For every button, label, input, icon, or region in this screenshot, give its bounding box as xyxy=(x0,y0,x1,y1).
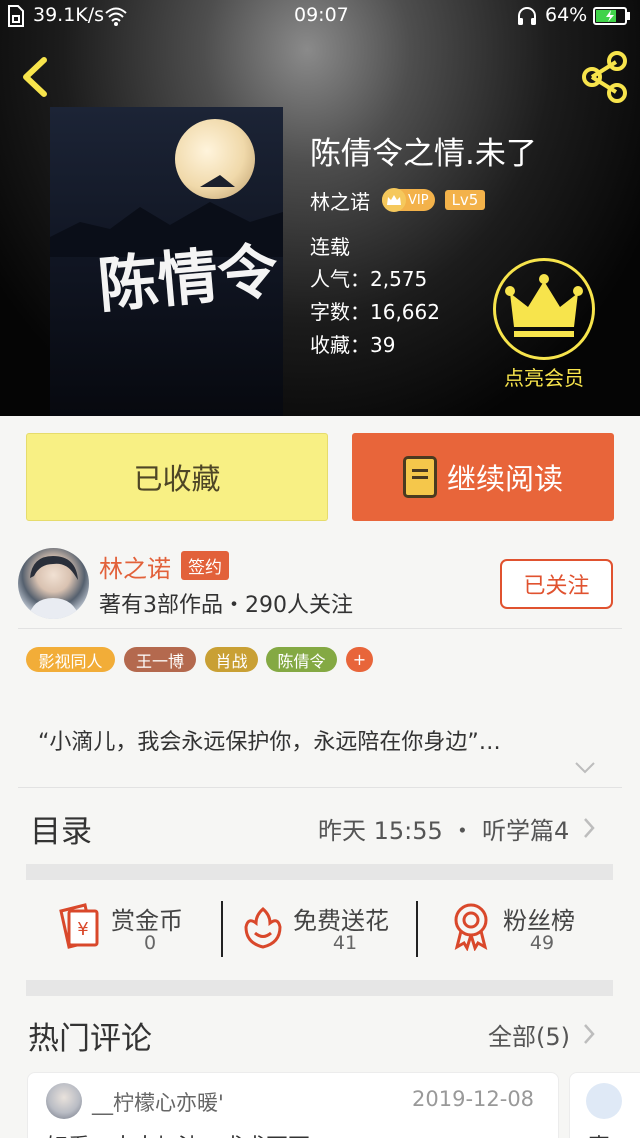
perk-fans-value: 49 xyxy=(529,932,555,954)
word-count: 字数：16,662 xyxy=(310,300,440,324)
author-avatar[interactable] xyxy=(18,548,89,619)
header-author-name: 林之诺 xyxy=(310,189,370,214)
continue-reading-button[interactable]: 继续阅读 xyxy=(352,433,614,521)
crown-icon xyxy=(382,188,406,212)
flower-icon[interactable] xyxy=(242,903,284,951)
book-header: 39.1K/s 09:07 64% 陈情令 陈倩令之情.未了 林之诺 VIP L… xyxy=(0,0,640,416)
red-envelope-icon[interactable]: ¥ xyxy=(55,901,103,951)
author-meta: 著有3部作品・290人关注 xyxy=(99,593,353,618)
network-speed: 39.1K/s xyxy=(33,4,105,26)
signed-badge: 签约 xyxy=(181,551,229,580)
divider xyxy=(18,787,622,788)
perk-fans-label[interactable]: 粉丝榜 xyxy=(503,901,575,936)
follow-button[interactable]: 已关注 xyxy=(500,559,613,609)
crown-icon xyxy=(505,274,583,337)
favorite-count: 收藏：39 xyxy=(310,333,396,357)
tag-item[interactable]: 王一博 xyxy=(124,647,196,672)
chevron-right-icon[interactable] xyxy=(582,816,596,840)
book-icon xyxy=(402,456,437,498)
hot-comments-label: 热门评论 xyxy=(28,1021,152,1057)
vip-member-label[interactable]: 点亮会员 xyxy=(483,362,605,391)
comment-date: 2019-12-08 xyxy=(412,1087,535,1111)
level-badge: Lv5 xyxy=(444,190,486,210)
perk-coins-label[interactable]: 赏金币 xyxy=(111,901,183,936)
popularity: 人气：2,575 xyxy=(310,267,428,291)
back-button[interactable] xyxy=(14,52,58,102)
comment-text: 好看，大大加油，求求更更 xyxy=(46,1129,310,1138)
divider xyxy=(416,901,418,957)
vip-label: VIP xyxy=(408,192,429,208)
divider xyxy=(18,628,622,629)
comment-text: 喜 xyxy=(588,1129,610,1138)
favorited-button[interactable]: 已收藏 xyxy=(26,433,328,521)
medal-icon[interactable] xyxy=(450,901,492,952)
status-bar: 39.1K/s 09:07 64% xyxy=(0,0,640,32)
add-tag-button[interactable]: + xyxy=(346,647,373,672)
divider xyxy=(221,901,223,957)
svg-text:¥: ¥ xyxy=(77,919,88,940)
author-name[interactable]: 林之诺 xyxy=(99,549,171,584)
perk-flowers-value: 41 xyxy=(332,932,358,954)
share-button[interactable] xyxy=(578,50,632,104)
follow-label: 已关注 xyxy=(523,574,590,599)
toc-label[interactable]: 目录 xyxy=(30,806,92,851)
perk-flowers-label[interactable]: 免费送花 xyxy=(293,901,389,936)
comment-avatar[interactable] xyxy=(46,1083,82,1119)
tag-item[interactable]: 肖战 xyxy=(205,647,258,672)
section-separator xyxy=(26,864,613,880)
clock: 09:07 xyxy=(294,4,349,26)
battery-icon xyxy=(593,7,631,30)
author-line: 林之诺 VIP Lv5 xyxy=(310,185,486,215)
synopsis[interactable]: “小滴儿，我会永远保护你，永远陪在你身边”… xyxy=(38,724,501,756)
vip-badge: VIP xyxy=(382,188,435,212)
serial-status: 连载 xyxy=(310,235,350,259)
battery-percent: 64% xyxy=(545,4,588,26)
chevron-down-icon[interactable] xyxy=(574,760,596,776)
book-cover[interactable]: 陈情令 xyxy=(50,107,283,416)
chevron-right-icon[interactable] xyxy=(582,1022,596,1046)
tag-item[interactable]: 影视同人 xyxy=(26,647,115,672)
all-comments-link[interactable]: 全部(5) xyxy=(488,1017,570,1052)
comment-card[interactable]: __柠檬心亦暖' 2019-12-08 好看，大大加油，求求更更 xyxy=(27,1072,559,1138)
comment-username[interactable]: __柠檬心亦暖' xyxy=(92,1087,224,1117)
toc-latest-chapter[interactable]: 昨天 15:55 ・ 听学篇4 xyxy=(318,811,569,846)
share-icon xyxy=(582,51,627,103)
comment-card[interactable]: 喜 xyxy=(569,1072,640,1138)
tag-item[interactable]: 陈倩令 xyxy=(266,647,337,672)
sim-icon xyxy=(6,4,26,33)
section-separator xyxy=(26,980,613,996)
favorited-label: 已收藏 xyxy=(133,462,221,496)
wifi-icon xyxy=(104,6,128,31)
comment-avatar[interactable] xyxy=(586,1083,622,1119)
headphones-icon xyxy=(516,6,538,31)
continue-reading-label: 继续阅读 xyxy=(446,462,563,496)
book-title: 陈倩令之情.未了 xyxy=(310,136,537,172)
cover-title: 陈情令 xyxy=(95,236,281,322)
perk-coins-value: 0 xyxy=(143,932,157,954)
vip-member-button[interactable] xyxy=(493,258,595,360)
